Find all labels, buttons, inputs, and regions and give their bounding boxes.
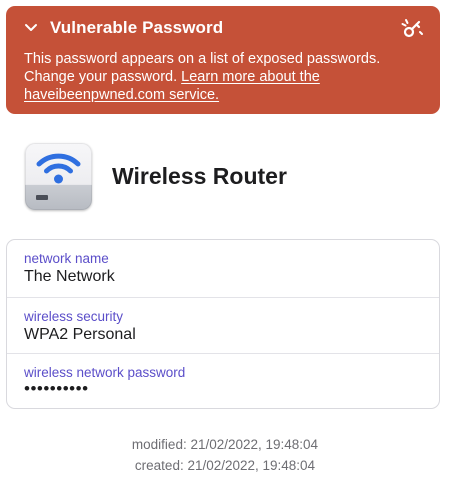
router-port [36,195,48,200]
network-name-field[interactable]: network name The Network [7,240,439,296]
banner-message: This password appears on a list of expos… [24,50,424,104]
wireless-router-icon [25,143,92,210]
chevron-down-icon[interactable] [24,18,46,38]
fields-card: network name The Network wireless securi… [6,239,440,409]
wireless-security-field[interactable]: wireless security WPA2 Personal [7,297,439,353]
wireless-network-password-field[interactable]: wireless network password •••••••••• [7,353,439,409]
banner-header: Vulnerable Password [24,17,426,39]
field-label: wireless network password [24,365,186,380]
field-label: network name [24,251,109,266]
field-value[interactable]: WPA2 Personal [24,326,136,344]
key-warning-icon[interactable] [400,16,424,40]
masked-password-value[interactable]: •••••••••• [24,379,89,399]
field-value[interactable]: The Network [24,268,115,286]
vulnerable-password-banner: Vulnerable Password This password appear… [6,6,440,114]
item-title: Wireless Router [112,163,287,189]
created-timestamp: created: 21/02/2022, 19:48:04 [134,458,316,473]
modified-timestamp: modified: 21/02/2022, 19:48:04 [131,437,319,452]
field-label: wireless security [24,309,124,324]
banner-title: Vulnerable Password [50,18,224,37]
